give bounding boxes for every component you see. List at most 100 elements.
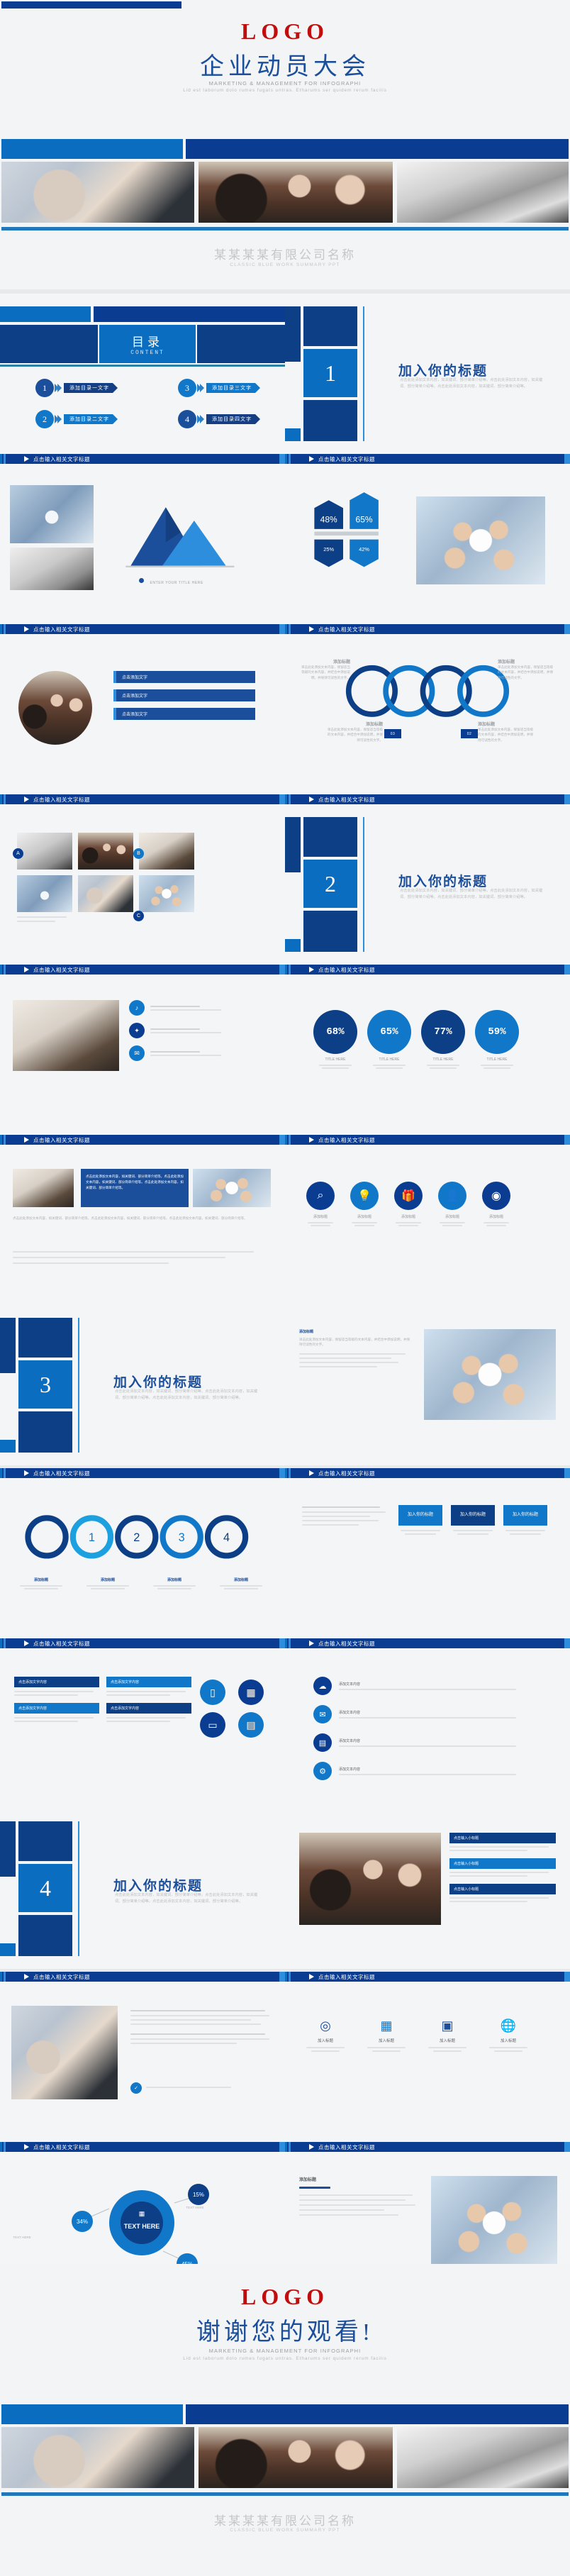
content-bar-title-12: 点击输入相关文字标题 bbox=[285, 1468, 570, 1478]
text-stub bbox=[486, 1225, 506, 1226]
five-icons-slide: ⌕ 添加标题 💡 添加标题 🎁 添加标题 👤 添加标题 ◉ 添加标题 bbox=[285, 1145, 570, 1305]
bar-tick bbox=[0, 1135, 2, 1145]
icon-row[interactable]: ✉ bbox=[129, 1045, 221, 1061]
card-header: 点击添加文字内容 bbox=[14, 1703, 99, 1714]
photo-card-label: 点击输入小标题 bbox=[449, 1858, 556, 1869]
text-stub bbox=[157, 1588, 191, 1589]
bar-tick bbox=[289, 454, 291, 464]
end-stripe-left bbox=[1, 2404, 183, 2424]
toc-title-box: 目录 CONTENT bbox=[99, 325, 196, 363]
text-stub bbox=[130, 2019, 251, 2021]
list-item[interactable]: 点击添加文字 bbox=[113, 689, 255, 701]
photo-handshake-large bbox=[11, 2006, 118, 2099]
paragraph-text: 点击此处添加文本内容，如关键词、部分简单介绍等。点击此处添加文本内容，如关键词、… bbox=[13, 1216, 247, 1220]
photo-card[interactable]: 点击输入小标题 bbox=[449, 1858, 556, 1877]
text-stub bbox=[354, 1225, 374, 1226]
photo-card[interactable]: 点击输入小标题 bbox=[449, 1884, 556, 1902]
blue-text-panel: 点击此处添加文本内容，如关键词、部分简单介绍等。点击此处添加文本内容，如关键词、… bbox=[81, 1169, 189, 1207]
bar-cap bbox=[279, 965, 285, 975]
mountain-caption: ENTER YOUR TITLE HERE bbox=[150, 581, 203, 585]
text-stub bbox=[302, 1511, 386, 1513]
list-item[interactable]: 点击添加文字 bbox=[113, 671, 255, 683]
list-row[interactable]: ⚙ 添加文本内容 bbox=[313, 1762, 540, 1780]
card[interactable]: 点击添加文字内容 bbox=[106, 1677, 191, 1696]
stat-circle: 59% bbox=[475, 1010, 519, 1054]
left-text-block bbox=[302, 1506, 387, 1526]
text-stub bbox=[299, 1361, 398, 1363]
photo-keyboard-desk bbox=[13, 1000, 119, 1071]
text-stub bbox=[449, 1850, 527, 1851]
photo-round-meeting bbox=[18, 671, 92, 745]
bar-cap bbox=[564, 1972, 570, 1982]
icon-tile[interactable]: ▦ 加入标题 bbox=[364, 2019, 408, 2052]
cover-bottom-line bbox=[1, 227, 569, 231]
list-item-marker bbox=[113, 689, 116, 701]
icon-tile[interactable]: 🌐 加入标题 bbox=[486, 2019, 530, 2052]
list-row[interactable]: ☁ 添加文本内容 bbox=[313, 1677, 540, 1695]
content-bar-title-15: 点击输入相关文字标题 bbox=[0, 1972, 285, 1982]
text-stub bbox=[449, 1846, 549, 1848]
svg-text:4: 4 bbox=[223, 1531, 230, 1544]
bar-tick bbox=[4, 2142, 6, 2152]
list-row[interactable]: ▤ 添加文本内容 bbox=[313, 1733, 540, 1752]
cover-slide: LOGO 企业动员大会 MARKETING & MANAGEMENT FOR I… bbox=[0, 0, 570, 289]
title-box[interactable]: 加入你的标题 bbox=[503, 1505, 547, 1535]
card[interactable]: 点击添加文字内容 bbox=[14, 1677, 99, 1696]
card[interactable]: 点击添加文字内容 bbox=[14, 1703, 99, 1722]
text-stub bbox=[339, 1717, 516, 1719]
section-block-4 bbox=[18, 1411, 72, 1453]
photo-card[interactable]: 点击输入小标题 bbox=[449, 1833, 556, 1851]
text-stub bbox=[311, 1225, 330, 1226]
bar-title-text: 点击输入相关文字标题 bbox=[318, 1640, 375, 1647]
icon-circle-item[interactable]: ◉ 添加标题 bbox=[482, 1182, 510, 1226]
text-stub bbox=[13, 1251, 254, 1253]
target-icon: ◎ bbox=[320, 2019, 331, 2033]
play-triangle-icon bbox=[24, 967, 29, 972]
text-stub bbox=[130, 2043, 237, 2044]
title-box[interactable]: 加入你的标题 bbox=[451, 1505, 495, 1535]
photo-team-large bbox=[424, 1329, 556, 1420]
icon-circle-item[interactable]: 💡 添加标题 bbox=[350, 1182, 379, 1226]
text-stub bbox=[299, 1353, 406, 1355]
photo-writing bbox=[397, 162, 569, 223]
svg-text:65%: 65% bbox=[356, 515, 373, 525]
photo-card-label: 点击输入小标题 bbox=[449, 1833, 556, 1843]
icon-row[interactable]: ✦ bbox=[129, 1023, 221, 1038]
bulb-icon: ✦ bbox=[129, 1023, 145, 1038]
list-item[interactable]: 点击添加文字 bbox=[113, 708, 255, 720]
text-col: 添加标题 bbox=[299, 2176, 420, 2216]
hex-percent-slide: 48% 65% 25% 42% bbox=[285, 464, 570, 624]
toc-item-4[interactable]: 4 添加目录四文字 bbox=[142, 410, 285, 428]
text-stub bbox=[442, 1225, 462, 1226]
text-stub bbox=[106, 1694, 170, 1696]
icon-tile[interactable]: ▣ 加入标题 bbox=[425, 2019, 469, 2052]
section-block-2 bbox=[18, 1821, 72, 1861]
toc-item-number: 3 bbox=[178, 379, 196, 397]
toc-item-1[interactable]: 1 添加目录一文字 bbox=[0, 379, 142, 397]
bar-tick bbox=[285, 1972, 287, 1982]
cover-company-name: 某某某某有限公司名称 bbox=[214, 248, 356, 262]
ring-desc: 单击此处添加文本内容，保留适当等级的文本内容，并结合中添加说明，并保持可读性的文… bbox=[327, 728, 383, 742]
icon-row[interactable]: ♪ bbox=[129, 1000, 221, 1016]
icon-circle-item[interactable]: ⌕ 添加标题 bbox=[306, 1182, 335, 1226]
stat-label: TITLE HERE bbox=[325, 1057, 346, 1062]
stat-label: TITLE HERE bbox=[379, 1057, 400, 1062]
card[interactable]: 点击添加文字内容 bbox=[106, 1703, 191, 1722]
content-bar-title-16: 点击输入相关文字标题 bbox=[285, 1972, 570, 1982]
toc-item-2[interactable]: 2 添加目录二文字 bbox=[0, 410, 142, 428]
icon-tile[interactable]: ◎ 加入标题 bbox=[303, 2019, 347, 2052]
text-stub bbox=[220, 1585, 262, 1587]
section-slide-3: 3 加入你的标题 点击此处添加文本内容，如关键词、部分简单介绍等。点击此处添加文… bbox=[0, 1305, 285, 1465]
list-row[interactable]: ✉ 添加文本内容 bbox=[313, 1705, 540, 1723]
section-block-2 bbox=[303, 306, 357, 346]
hex-chart: 48% 65% 25% 42% bbox=[314, 492, 379, 567]
svg-text:3: 3 bbox=[179, 1531, 185, 1544]
chart-icon: ▦ bbox=[238, 1680, 264, 1705]
icon-circle-item[interactable]: 👤 添加标题 bbox=[438, 1182, 466, 1226]
icon-circle-item[interactable]: 🎁 添加标题 bbox=[394, 1182, 423, 1226]
timeline-labels: 添加标题 添加标题 添加标题 添加标题 bbox=[11, 1577, 274, 1589]
end-subtitle-en: MARKETING & MANAGEMENT FOR INFOGRAPHI bbox=[208, 2348, 362, 2354]
panel-text: 点击此处添加文本内容，如关键词、部分简单介绍等。点击此处添加文本内容，如关键词、… bbox=[86, 1175, 184, 1189]
title-box[interactable]: 加入你的标题 bbox=[398, 1505, 442, 1535]
toc-item-3[interactable]: 3 添加目录三文字 bbox=[142, 379, 285, 397]
